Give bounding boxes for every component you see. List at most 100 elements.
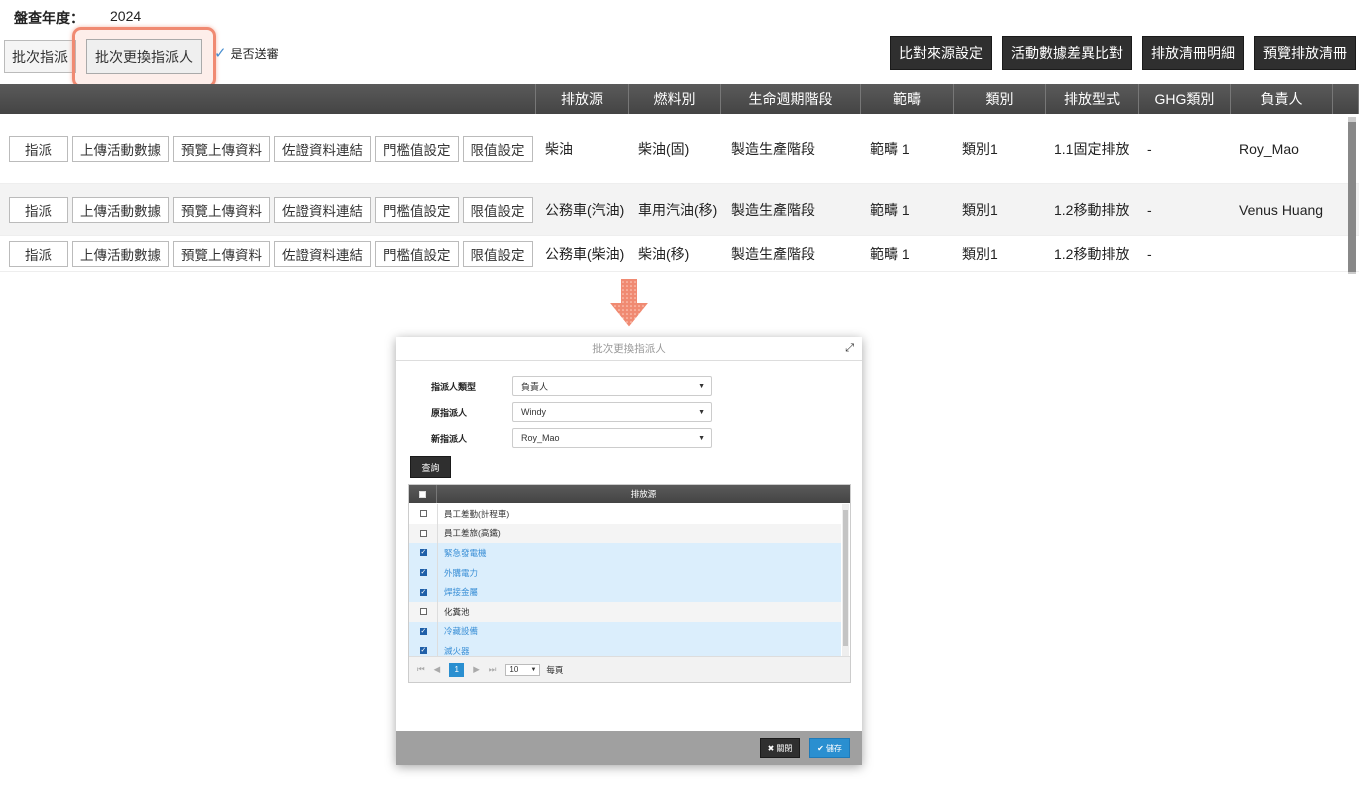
list-item[interactable]: ✓ 滅火器 bbox=[409, 641, 841, 656]
grid-scrollbar-thumb[interactable] bbox=[843, 510, 848, 646]
send-review-checkbox[interactable]: ✓ 是否送審 bbox=[214, 44, 279, 62]
cell-source: 公務車(柴油) bbox=[545, 245, 625, 262]
assign-button[interactable]: 指派 bbox=[9, 240, 68, 267]
close-button[interactable]: ✖ 關閉 bbox=[760, 738, 800, 758]
preview-upload-button[interactable]: 預覽上傳資料 bbox=[173, 135, 270, 162]
dialog-footer: ✖ 關閉 ✔ 儲存 bbox=[396, 731, 862, 765]
first-page-icon[interactable]: ⏮ bbox=[417, 664, 425, 675]
col-header-type[interactable]: 排放型式 bbox=[1046, 84, 1139, 114]
checkbox-icon: ✓ bbox=[419, 549, 427, 557]
list-item[interactable]: ✓ 緊急發電機 bbox=[409, 543, 841, 563]
col-header-extra bbox=[1333, 84, 1359, 114]
cell-ghg: - bbox=[1147, 201, 1152, 218]
limit-settings-button[interactable]: 限值設定 bbox=[462, 135, 533, 162]
grid-header-source[interactable]: 排放源 bbox=[437, 485, 850, 503]
assignee-type-label: 指派人類型 bbox=[431, 381, 477, 392]
list-item[interactable]: 員工差勤(計程車) bbox=[409, 504, 841, 524]
col-header-ghg[interactable]: GHG類別 bbox=[1139, 84, 1231, 114]
grid-scrollbar[interactable] bbox=[842, 504, 849, 656]
row-checkbox[interactable]: ✓ bbox=[409, 588, 437, 596]
row-checkbox[interactable] bbox=[409, 608, 437, 616]
col-header-category[interactable]: 類別 bbox=[954, 84, 1046, 114]
page-size-select[interactable]: 10 ▼ bbox=[505, 663, 541, 676]
row-actions: 指派 上傳活動數據 預覽上傳資料 佐證資料連結 門檻值設定 限值設定 bbox=[0, 236, 536, 271]
close-icon: ✖ bbox=[767, 743, 775, 753]
cell-category: 類別1 bbox=[962, 201, 998, 218]
threshold-settings-button[interactable]: 門檻值設定 bbox=[375, 196, 459, 223]
table-scrollbar[interactable] bbox=[1348, 117, 1356, 274]
actions-column-header bbox=[0, 84, 536, 114]
limit-settings-button[interactable]: 限值設定 bbox=[462, 240, 533, 267]
list-item[interactable]: ✓ 焊接金屬 bbox=[409, 582, 841, 602]
list-item[interactable]: ✓ 外購電力 bbox=[409, 562, 841, 583]
col-header-stage[interactable]: 生命週期階段 bbox=[721, 84, 861, 114]
list-item[interactable]: 化糞池 bbox=[409, 601, 841, 622]
checkbox-icon: ✓ bbox=[419, 569, 427, 577]
batch-change-assignee-button[interactable]: 批次更換指派人 bbox=[86, 39, 202, 74]
down-arrow-icon bbox=[605, 277, 653, 330]
row-checkbox[interactable] bbox=[409, 529, 437, 537]
col-header-source[interactable]: 排放源 bbox=[536, 84, 629, 114]
new-assignee-select[interactable]: Roy_Mao ▼ bbox=[512, 428, 712, 448]
activity-data-diff-button[interactable]: 活動數據差異比對 bbox=[1002, 36, 1132, 70]
source-name: 焊接金屬 bbox=[437, 582, 841, 602]
source-name: 化糞池 bbox=[437, 601, 841, 622]
row-checkbox[interactable]: ✓ bbox=[409, 627, 437, 635]
assign-button[interactable]: 指派 bbox=[9, 196, 68, 223]
select-all-checkbox[interactable] bbox=[409, 485, 437, 503]
threshold-settings-button[interactable]: 門檻值設定 bbox=[375, 240, 459, 267]
upload-activity-data-button[interactable]: 上傳活動數據 bbox=[72, 240, 169, 267]
expand-icon[interactable]: ⤢ bbox=[845, 342, 854, 355]
col-header-scope[interactable]: 範疇 bbox=[861, 84, 954, 114]
preview-upload-button[interactable]: 預覽上傳資料 bbox=[173, 240, 270, 267]
emission-inventory-detail-button[interactable]: 排放清冊明細 bbox=[1142, 36, 1244, 70]
assignee-type-value: 負責人 bbox=[521, 381, 549, 392]
query-button[interactable]: 查詢 bbox=[410, 456, 451, 478]
threshold-settings-button[interactable]: 門檻值設定 bbox=[375, 135, 459, 162]
source-name: 外購電力 bbox=[437, 562, 841, 583]
row-checkbox[interactable]: ✓ bbox=[409, 569, 437, 577]
col-header-fuel[interactable]: 燃料別 bbox=[629, 84, 721, 114]
row-actions: 指派 上傳活動數據 預覽上傳資料 佐證資料連結 門檻值設定 限值設定 bbox=[0, 114, 536, 183]
evidence-link-button[interactable]: 佐證資料連結 bbox=[274, 240, 371, 267]
table-row: 指派 上傳活動數據 預覽上傳資料 佐證資料連結 門檻值設定 限值設定 公務車(汽… bbox=[0, 184, 1359, 236]
cell-ghg: - bbox=[1147, 140, 1152, 157]
preview-emission-inventory-button[interactable]: 預覽排放清冊 bbox=[1254, 36, 1356, 70]
limit-settings-button[interactable]: 限值設定 bbox=[462, 196, 533, 223]
upload-activity-data-button[interactable]: 上傳活動數據 bbox=[72, 196, 169, 223]
assign-button[interactable]: 指派 bbox=[9, 135, 68, 162]
year-label: 盤查年度： bbox=[14, 10, 84, 26]
compare-source-settings-button[interactable]: 比對來源設定 bbox=[890, 36, 992, 70]
cell-stage: 製造生產階段 bbox=[731, 245, 815, 262]
list-item[interactable]: ✓ 冷藏設備 bbox=[409, 621, 841, 642]
cell-stage: 製造生產階段 bbox=[731, 140, 815, 157]
cell-category: 類別1 bbox=[962, 140, 998, 157]
cell-category: 類別1 bbox=[962, 245, 998, 262]
assignee-type-select[interactable]: 負責人 ▼ bbox=[512, 376, 712, 396]
row-checkbox[interactable]: ✓ bbox=[409, 647, 437, 655]
evidence-link-button[interactable]: 佐證資料連結 bbox=[274, 135, 371, 162]
last-page-icon[interactable]: ⏭ bbox=[489, 664, 497, 675]
checkbox-icon: ✓ bbox=[419, 647, 427, 655]
row-checkbox[interactable] bbox=[409, 510, 437, 518]
save-button[interactable]: ✔ 儲存 bbox=[809, 738, 850, 758]
original-assignee-select[interactable]: Windy ▼ bbox=[512, 402, 712, 422]
check-icon: ✔ bbox=[817, 743, 824, 753]
next-page-icon[interactable]: ▶ bbox=[473, 664, 480, 675]
upload-activity-data-button[interactable]: 上傳活動數據 bbox=[72, 135, 169, 162]
prev-page-icon[interactable]: ◀ bbox=[434, 664, 441, 675]
cell-owner: Venus Huang bbox=[1239, 201, 1324, 218]
preview-upload-button[interactable]: 預覽上傳資料 bbox=[173, 196, 270, 223]
cell-owner: Roy_Mao bbox=[1239, 140, 1299, 157]
row-checkbox[interactable]: ✓ bbox=[409, 549, 437, 557]
current-page[interactable]: 1 bbox=[449, 662, 465, 677]
source-name: 滅火器 bbox=[437, 641, 841, 656]
per-page-label: 每頁 bbox=[546, 664, 564, 675]
emission-table: 排放源 燃料別 生命週期階段 範疇 類別 排放型式 GHG類別 負責人 指派 上… bbox=[0, 84, 1359, 272]
col-header-owner[interactable]: 負責人 bbox=[1231, 84, 1333, 114]
evidence-link-button[interactable]: 佐證資料連結 bbox=[274, 196, 371, 223]
new-assignee-label: 新指派人 bbox=[431, 433, 468, 444]
list-item[interactable]: 員工差旅(高鐵) bbox=[409, 523, 841, 544]
table-scrollbar-thumb[interactable] bbox=[1348, 122, 1356, 272]
batch-assign-button[interactable]: 批次指派 bbox=[4, 40, 76, 73]
